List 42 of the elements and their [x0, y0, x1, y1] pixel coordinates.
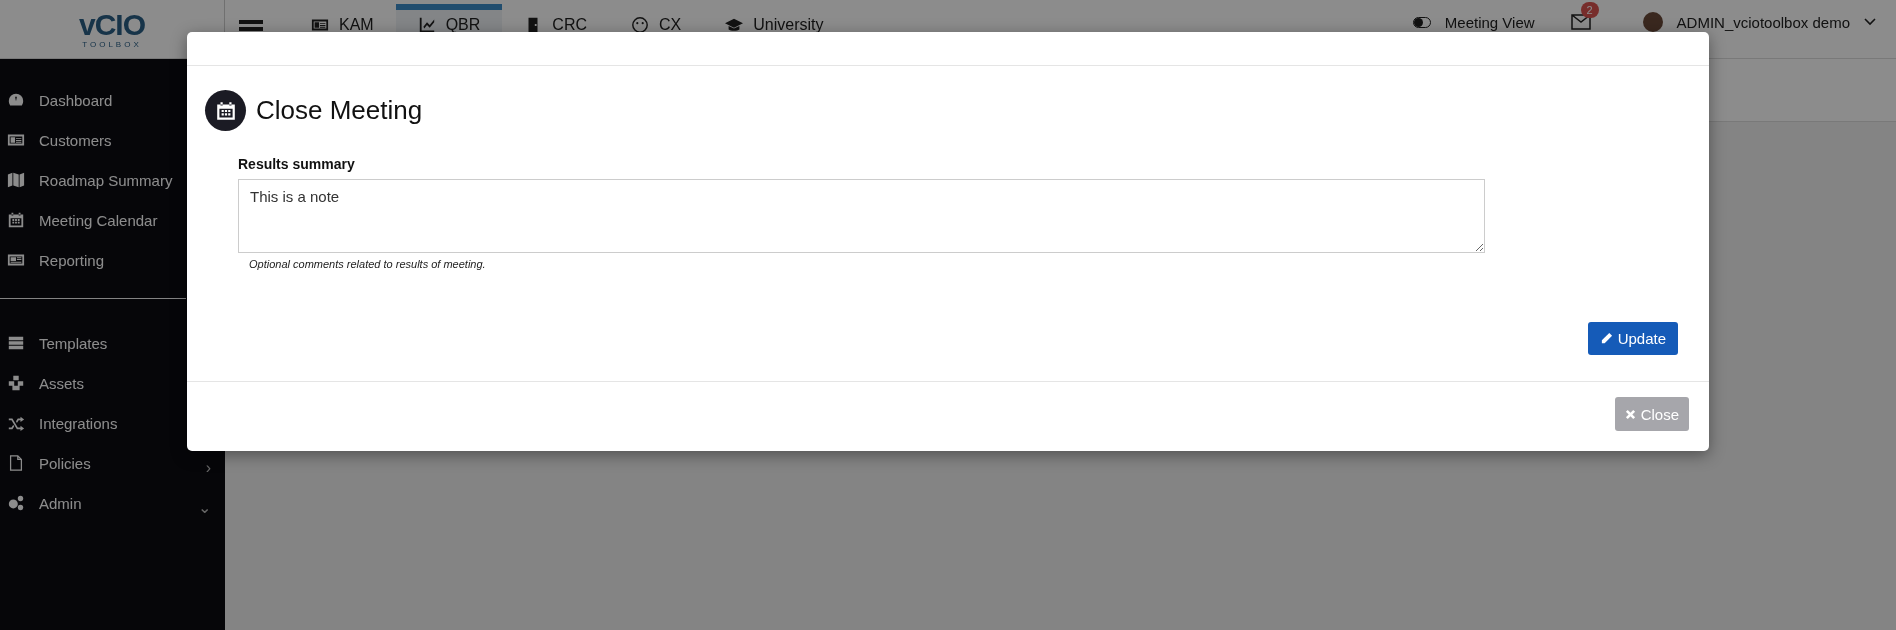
smiley-icon: [631, 16, 649, 34]
field-label: Results summary: [238, 156, 356, 172]
toggle-icon[interactable]: [1412, 16, 1431, 28]
chevron-icon: ›: [205, 460, 211, 476]
nav-tab[interactable]: CX: [609, 4, 704, 58]
nav-tab[interactable]: CRC: [502, 4, 609, 58]
sidebar-item[interactable]: Dashboard: [0, 80, 225, 120]
sidebar-item[interactable]: Policies ›: [0, 443, 225, 483]
results-summary-field[interactable]: This is a note: [238, 179, 1485, 253]
mail-icon[interactable]: [1570, 14, 1591, 30]
sidebar-item[interactable]: Assets: [0, 363, 225, 403]
stack-icon: [7, 334, 25, 352]
sidebar-item[interactable]: Customers: [0, 120, 225, 160]
nav-tab[interactable]: University: [703, 4, 846, 58]
notification-badge: 2: [1580, 2, 1599, 18]
calendar-icon: [7, 211, 25, 229]
chevron-down-icon[interactable]: [1864, 18, 1876, 26]
calendar-icon: [205, 90, 246, 131]
sidebar-item[interactable]: Integrations: [0, 403, 225, 443]
shuffle-icon: [7, 414, 25, 432]
sidebar-item[interactable]: Meeting Calendar: [0, 200, 225, 240]
logo-subtitle: TOOLBOX: [82, 39, 142, 49]
sidebar-item[interactable]: Roadmap Summary: [0, 160, 225, 200]
nav-tab[interactable]: KAM: [289, 4, 396, 58]
file-icon: [7, 454, 25, 472]
graduation-cap-icon: [725, 16, 744, 34]
avatar[interactable]: [1642, 12, 1663, 32]
map-icon: [7, 171, 25, 189]
sidebar-item[interactable]: Templates: [0, 323, 225, 363]
sidebar-item[interactable]: Admin ⌄: [0, 483, 225, 523]
pencil-icon: [1599, 332, 1613, 345]
field-hint: Optional comments related to results of meeting.: [249, 258, 487, 270]
modal-title: Close Meeting: [256, 95, 423, 126]
update-button[interactable]: Update: [1587, 322, 1678, 355]
sidebar-item[interactable]: Reporting: [0, 240, 225, 280]
logo-text: vCIO: [79, 9, 145, 40]
meeting-view-link[interactable]: Meeting View: [1444, 13, 1535, 31]
close-icon: [1624, 408, 1636, 420]
cubes-icon: [7, 374, 25, 392]
chevron-icon: ⌄: [198, 500, 211, 516]
chart-icon: [417, 16, 436, 34]
user-name[interactable]: ADMIN_vciotoolbox demo: [1676, 13, 1850, 31]
